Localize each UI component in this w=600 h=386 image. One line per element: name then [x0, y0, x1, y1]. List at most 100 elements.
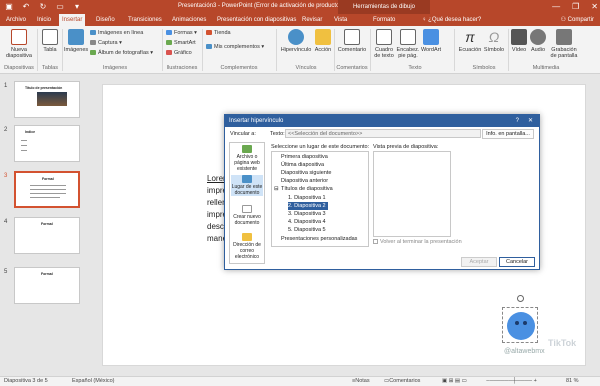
- action-button[interactable]: Acción: [313, 29, 333, 53]
- action-label: Acción: [314, 47, 332, 53]
- text-to-display-input[interactable]: <<Selección del documento>>: [285, 129, 481, 138]
- audio-button[interactable]: Audio: [529, 29, 547, 53]
- slide-thumbnail-2[interactable]: Indice: [14, 125, 80, 162]
- online-pictures-button[interactable]: Imágenes en línea: [90, 30, 143, 37]
- slide-counter: Diapositiva 3 de 5: [4, 378, 48, 384]
- hyperlink-button[interactable]: Hipervínculo: [279, 29, 313, 53]
- customize-qat-icon[interactable]: ▾: [72, 2, 82, 12]
- ok-button[interactable]: Aceptar: [461, 257, 497, 267]
- link-email-option[interactable]: Dirección de correo electrónico: [231, 233, 263, 260]
- notes-button[interactable]: ≡ Notas: [352, 377, 370, 386]
- redo-icon[interactable]: ↻: [38, 2, 48, 12]
- photo-album-button[interactable]: Álbum de fotografías ▾: [90, 50, 153, 57]
- tree-item[interactable]: Presentaciones personalizadas: [281, 235, 357, 243]
- screenshot-button[interactable]: Captura ▾: [90, 40, 122, 47]
- zoom-slider[interactable]: −──────┼──── +: [486, 377, 537, 386]
- audio-icon: [530, 29, 546, 45]
- cancel-button[interactable]: Cancelar: [499, 257, 535, 267]
- tab-diseno[interactable]: Diseño: [93, 14, 118, 26]
- new-slide-label: Nueva diapositiva: [6, 47, 32, 59]
- tree-item[interactable]: 3. Diapositiva 3: [288, 210, 326, 218]
- thumbnail-title: Titulo de presentación: [25, 86, 63, 90]
- comments-button[interactable]: ▭ Comentarios: [384, 377, 420, 386]
- tree-collapse-icon[interactable]: ⊟: [274, 185, 279, 193]
- screenshot-icon: [90, 40, 96, 46]
- slide-number: 5: [4, 269, 8, 275]
- new-slide-button[interactable]: Nueva diapositiva: [4, 29, 34, 59]
- tab-revisar[interactable]: Revisar: [299, 14, 325, 26]
- comment-button[interactable]: Comentario: [336, 29, 368, 53]
- video-button[interactable]: Vídeo: [510, 29, 528, 53]
- text-box-button[interactable]: Cuadro de texto: [372, 29, 396, 59]
- tree-item-selected[interactable]: 2. Diapositiva 2: [288, 202, 328, 210]
- comment-icon: [344, 29, 360, 45]
- thumbnail-line: [21, 140, 27, 141]
- tab-animaciones[interactable]: Animaciones: [169, 14, 209, 26]
- tab-archivo[interactable]: Archivo: [3, 14, 29, 26]
- store-label: Tienda: [214, 30, 231, 36]
- dialog-close-button[interactable]: ✕: [528, 115, 533, 127]
- ribbon-tabs: Archivo Inicio Insertar Diseño Transicio…: [0, 14, 600, 26]
- store-button[interactable]: Tienda: [206, 30, 231, 37]
- tab-presentacion[interactable]: Presentación con diapositivas: [214, 14, 299, 26]
- start-slideshow-icon[interactable]: ▭: [55, 2, 65, 12]
- screentip-button[interactable]: Info. en pantalla...: [482, 129, 534, 139]
- screen-recording-icon: [556, 29, 572, 45]
- pi-icon: π: [465, 29, 475, 45]
- zoom-level[interactable]: 81 %: [566, 377, 579, 386]
- save-icon[interactable]: ▣: [4, 2, 14, 12]
- link-new-document-option[interactable]: Crear nuevo documento: [231, 205, 263, 226]
- screen-recording-button[interactable]: Grabación de pantalla: [549, 29, 579, 59]
- slide-thumbnail-4[interactable]: Formal: [14, 217, 80, 254]
- tree-item[interactable]: Diapositiva anterior: [281, 177, 328, 185]
- tree-item[interactable]: Diapositiva siguiente: [281, 169, 331, 177]
- language-status[interactable]: Español (México): [72, 377, 115, 386]
- selected-shape[interactable]: [502, 307, 538, 343]
- tree-item[interactable]: 1. Diapositiva 1: [288, 194, 326, 202]
- smartart-button[interactable]: SmartArt: [166, 40, 196, 47]
- view-buttons[interactable]: ▣ ⊞ ▤ ▭: [442, 377, 467, 386]
- maximize-button[interactable]: ❐: [572, 1, 579, 13]
- comments-label: Comentarios: [389, 378, 421, 384]
- tab-insertar[interactable]: Insertar: [59, 14, 86, 26]
- table-button[interactable]: Tabla: [40, 29, 60, 53]
- tree-item[interactable]: Última diapositiva: [281, 161, 324, 169]
- slide-thumbnail-1[interactable]: Titulo de presentación: [14, 81, 80, 118]
- link-existing-file-option[interactable]: Archivo o página web existente: [231, 145, 263, 172]
- group-separator: [202, 29, 203, 71]
- shapes-icon: [166, 30, 172, 36]
- chart-icon: [166, 50, 172, 56]
- slide-thumbnail-5[interactable]: Formal: [14, 267, 80, 304]
- tab-inicio[interactable]: Inicio: [34, 14, 54, 26]
- header-footer-button[interactable]: Encabez. pie pág.: [396, 29, 420, 59]
- pictures-button[interactable]: Imágenes: [64, 29, 88, 53]
- equation-button[interactable]: π Ecuación: [457, 29, 483, 53]
- tree-item[interactable]: Primera diapositiva: [281, 153, 328, 161]
- tree-item[interactable]: 4. Diapositiva 4: [288, 218, 326, 226]
- smartart-icon: [166, 40, 172, 46]
- undo-icon[interactable]: ↶: [21, 2, 31, 12]
- my-addins-label: Mis complementos: [214, 44, 260, 50]
- tab-formato[interactable]: Formato: [370, 14, 398, 26]
- thumbnail-line: [30, 197, 60, 198]
- close-button[interactable]: ✕: [591, 1, 598, 13]
- shapes-button[interactable]: Formas ▾: [166, 30, 197, 37]
- show-return-checkbox[interactable]: Volver al terminar la presentación: [373, 239, 462, 245]
- tab-vista[interactable]: Vista: [331, 14, 350, 26]
- minimize-button[interactable]: —: [552, 1, 560, 13]
- slide-thumbnail-3[interactable]: Formal: [14, 171, 80, 208]
- tree-item[interactable]: 5. Diapositiva 5: [288, 226, 326, 234]
- photo-album-icon: [90, 50, 96, 56]
- chart-button[interactable]: Gráfico: [166, 50, 192, 57]
- my-addins-button[interactable]: Mis complementos ▾: [206, 44, 264, 51]
- tab-transiciones[interactable]: Transiciones: [125, 14, 165, 26]
- tree-item[interactable]: Títulos de diapositiva: [281, 185, 333, 193]
- group-separator: [276, 29, 277, 71]
- tell-me-box[interactable]: ♀ ¿Qué desea hacer?: [422, 14, 481, 26]
- help-button[interactable]: ?: [516, 115, 519, 127]
- rotate-handle[interactable]: [517, 295, 524, 302]
- wordart-button[interactable]: WordArt: [420, 29, 442, 53]
- share-button[interactable]: ⚇ Compartir: [561, 14, 594, 26]
- symbol-button[interactable]: Ω Símbolo: [483, 29, 505, 53]
- link-place-in-document-option[interactable]: Lugar de este documento: [231, 175, 263, 196]
